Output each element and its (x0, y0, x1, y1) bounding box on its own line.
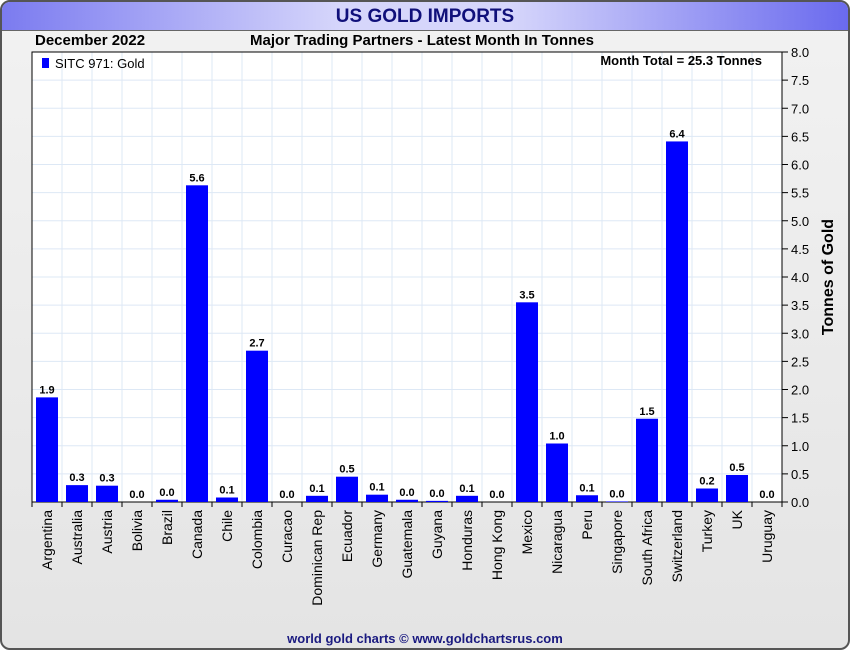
data-label: 5.6 (189, 172, 204, 184)
bar-nicaragua (546, 443, 568, 502)
data-label: 0.1 (309, 483, 324, 495)
x-tick-label: Guyana (429, 510, 445, 559)
bar-ecuador (336, 476, 358, 502)
x-tick-label: Bolivia (129, 510, 145, 551)
data-label: 3.5 (519, 289, 534, 301)
legend-swatch (42, 58, 49, 68)
bar-switzerland (666, 141, 688, 502)
y-tick-label: 5.5 (791, 186, 809, 201)
legend-label: SITC 971: Gold (55, 56, 145, 71)
y-tick-label: 0.5 (791, 467, 809, 482)
data-label: 1.5 (639, 406, 654, 418)
data-label: 0.5 (729, 462, 744, 474)
data-label: 0.1 (219, 485, 234, 497)
y-tick-label: 0.0 (791, 495, 809, 510)
bar-guyana (426, 500, 448, 502)
x-tick-label: Uruguay (759, 510, 775, 563)
x-tick-label: Switzerland (669, 510, 685, 582)
x-tick-label: Chile (219, 510, 235, 542)
data-label: 0.0 (759, 489, 774, 501)
bar-germany (366, 494, 388, 502)
data-label: 0.1 (579, 482, 594, 494)
bar-chart: 0.0 0.5 1.0 1.5 2.0 2.5 3.0 3.5 4.0 4.5 5.0 5.5 6.0 6… (31, 45, 837, 606)
x-tick-label: Nicaragua (549, 510, 565, 574)
x-tick-label: Australia (69, 510, 85, 565)
footer-credit: world gold charts © www.goldchartsrus.co… (287, 631, 563, 646)
bar-australia (66, 485, 88, 502)
data-label: 1.9 (39, 384, 54, 396)
x-tick-label: Brazil (159, 510, 175, 545)
y-tick-label: 5.0 (791, 214, 809, 229)
y-tick-label: 4.5 (791, 242, 809, 257)
data-label: 0.0 (399, 487, 414, 499)
x-tick-label: UK (729, 509, 745, 529)
bar-mexico (516, 302, 538, 502)
x-tick-label: South Africa (639, 510, 655, 586)
bar-canada (186, 185, 208, 502)
data-label: 0.3 (69, 472, 84, 484)
bar-brazil (156, 499, 178, 502)
data-label: 0.1 (369, 482, 384, 494)
x-tick-label: Singapore (609, 510, 625, 574)
bar-honduras (456, 495, 478, 502)
data-label: 1.0 (549, 431, 564, 443)
x-tick-label: Hong Kong (489, 510, 505, 580)
y-tick-label: 3.0 (791, 326, 809, 341)
y-axis-title: Tonnes of Gold (820, 219, 837, 335)
y-tick-label: 6.0 (791, 158, 809, 173)
data-label: 0.0 (159, 487, 174, 499)
x-tick-label: Curacao (279, 510, 295, 563)
y-tick-label: 4.0 (791, 270, 809, 285)
x-tick-label: Turkey (699, 510, 715, 552)
chart-frame: US GOLD IMPORTS December 2022 Major Trad… (0, 0, 850, 650)
bar-uk (726, 475, 748, 502)
data-label: 0.0 (489, 489, 504, 501)
data-label: 0.0 (129, 489, 144, 501)
y-tick-label: 8.0 (791, 45, 809, 60)
bar-chile (216, 497, 238, 502)
y-tick-label: 3.5 (791, 298, 809, 313)
y-tick-label: 1.5 (791, 411, 809, 426)
x-tick-label: Dominican Rep (309, 510, 325, 606)
x-tick-label: Guatemala (399, 510, 415, 579)
data-label: 2.7 (249, 338, 264, 350)
bar-dominican-rep (306, 495, 328, 502)
bar-south-africa (636, 418, 658, 502)
x-tick-label: Ecuador (339, 510, 355, 562)
data-label: 0.0 (429, 488, 444, 500)
data-label: 0.1 (459, 483, 474, 495)
bar-singapore (606, 501, 628, 502)
data-label: 0.5 (339, 464, 354, 476)
x-tick-label: Austria (99, 510, 115, 554)
x-tick-label: Mexico (519, 510, 535, 555)
bar-turkey (696, 488, 718, 502)
x-tick-label: Colombia (249, 510, 265, 569)
data-label: 0.2 (699, 476, 714, 488)
month-total-annotation: Month Total = 25.3 Tonnes (600, 53, 762, 68)
y-tick-label: 2.5 (791, 354, 809, 369)
data-label: 0.0 (279, 489, 294, 501)
bar-argentina (36, 397, 58, 502)
x-tick-label: Germany (369, 510, 385, 568)
data-label: 6.4 (669, 128, 685, 140)
bar-colombia (246, 350, 268, 502)
y-tick-label: 7.5 (791, 73, 809, 88)
data-label: 0.3 (99, 473, 114, 485)
y-tick-label: 6.5 (791, 129, 809, 144)
bar-guatemala (396, 499, 418, 502)
y-tick-label: 7.0 (791, 101, 809, 116)
x-tick-label: Peru (579, 510, 595, 540)
data-label: 0.0 (609, 488, 624, 500)
bar-peru (576, 495, 598, 502)
x-tick-label: Canada (189, 510, 205, 559)
bar-austria (96, 485, 118, 502)
x-tick-label: Argentina (39, 510, 55, 570)
y-tick-label: 1.0 (791, 439, 809, 454)
y-tick-label: 2.0 (791, 383, 809, 398)
x-tick-label: Honduras (459, 510, 475, 571)
